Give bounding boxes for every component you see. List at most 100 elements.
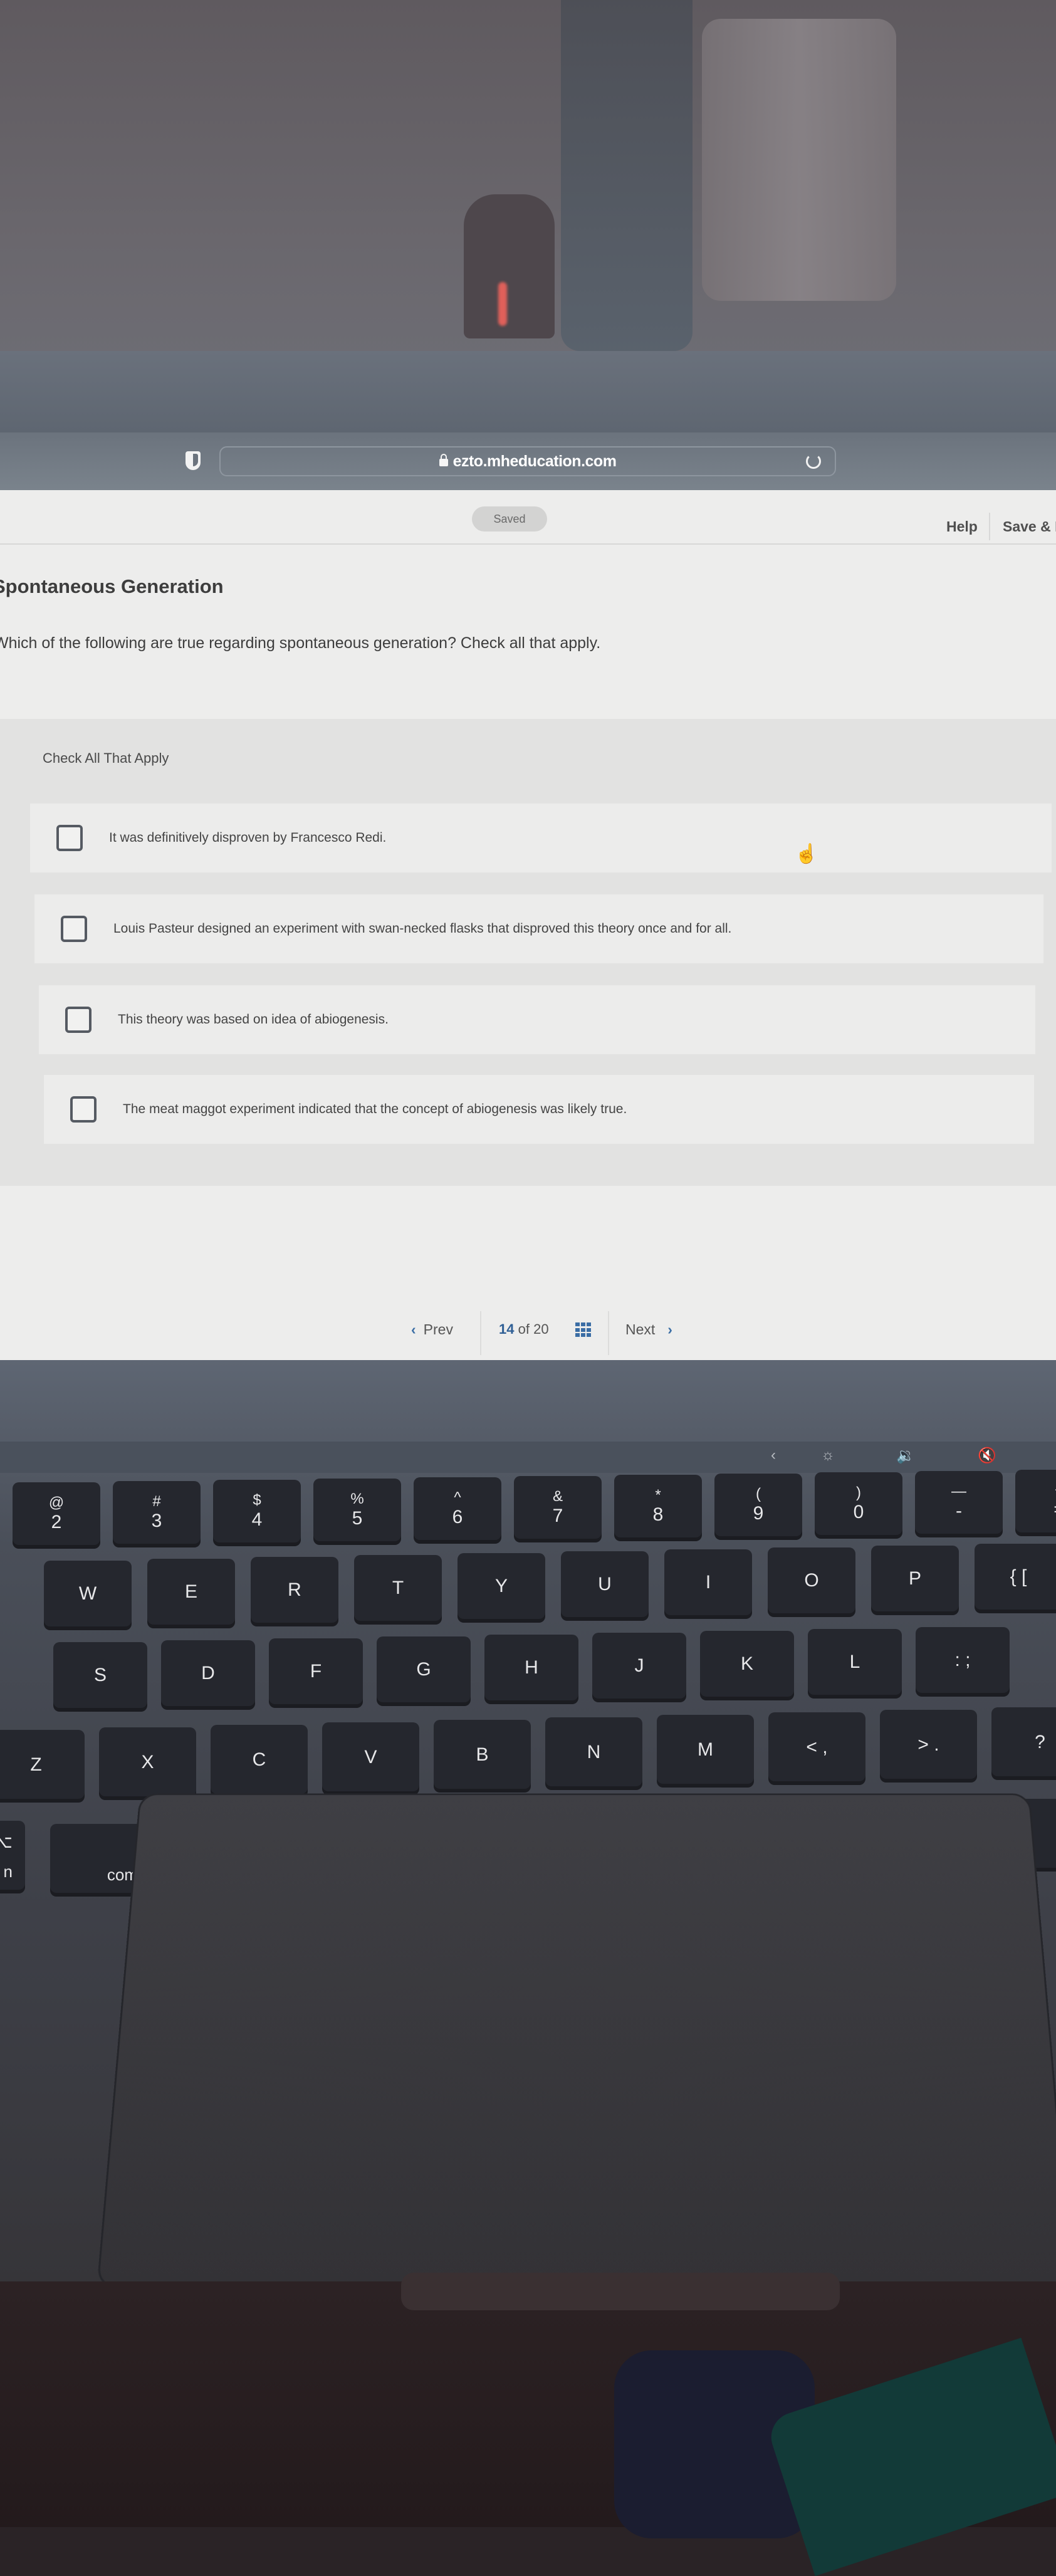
key-label: Y <box>494 1576 508 1596</box>
option-label: This theory was based on idea of abiogen… <box>118 1012 389 1027</box>
volume-icon[interactable]: 🔉 <box>896 1447 915 1465</box>
touch-bar[interactable]: ‹ ☼ 🔉 🔇 <box>0 1442 1056 1473</box>
key-D[interactable]: D <box>161 1640 255 1706</box>
key-V[interactable]: V <box>322 1722 419 1791</box>
key-7[interactable]: & 7 <box>514 1476 602 1539</box>
key-B[interactable]: B <box>434 1720 531 1789</box>
key-main-label: 9 <box>753 1502 764 1524</box>
pagination-divider <box>480 1311 481 1355</box>
key-main-label: = <box>1053 1499 1056 1520</box>
option-label: n <box>3 1862 13 1882</box>
background-post <box>561 0 693 351</box>
key-main-label: 7 <box>552 1505 563 1526</box>
key-G[interactable]: G <box>377 1636 471 1702</box>
key-M[interactable]: M <box>657 1715 754 1784</box>
url-text: ezto.mheducation.com <box>452 452 617 470</box>
key-label: > . <box>917 1734 939 1755</box>
key-shift-label: @ <box>48 1494 65 1512</box>
help-button[interactable]: Help <box>946 518 978 535</box>
key-label: M <box>698 1739 713 1760</box>
key-2[interactable]: @2 <box>13 1482 100 1545</box>
answer-option-2[interactable]: Louis Pasteur designed an experiment wit… <box>34 894 1043 963</box>
key-F[interactable]: F <box>269 1638 363 1704</box>
key-<,[interactable]: < , <box>768 1712 865 1781</box>
key-S[interactable]: S <box>53 1642 147 1708</box>
key-label: X <box>141 1751 154 1772</box>
key-4[interactable]: $4 <box>213 1480 301 1542</box>
key-H[interactable]: H <box>484 1635 578 1700</box>
shield-icon[interactable] <box>186 451 201 470</box>
option-symbol: ⌥ <box>0 1831 13 1851</box>
option-key-left[interactable]: ⌥ n <box>0 1821 25 1890</box>
background-figure <box>464 194 555 338</box>
key--[interactable]: — - <box>915 1471 1003 1534</box>
key-label: F <box>310 1661 322 1682</box>
key-X[interactable]: X <box>99 1727 196 1796</box>
key-5[interactable]: % 5 <box>313 1479 401 1541</box>
key-:;[interactable]: : ; <box>916 1627 1010 1693</box>
prev-button[interactable]: ‹ Prev <box>411 1321 453 1338</box>
checkbox[interactable] <box>65 1007 91 1033</box>
instruction-label: Check All That Apply <box>43 750 169 766</box>
key-9[interactable]: (9 <box>714 1474 802 1536</box>
key-8[interactable]: * 8 <box>614 1475 702 1537</box>
key-?[interactable]: ? <box>991 1707 1056 1776</box>
address-bar[interactable]: ezto.mheducation.com <box>219 446 836 476</box>
pagination-bar: ‹ Prev 14 of 20 Next › <box>0 1299 1056 1360</box>
checkbox[interactable] <box>70 1096 97 1123</box>
checkbox[interactable] <box>56 825 83 851</box>
key-3[interactable]: #3 <box>113 1481 201 1544</box>
key-J[interactable]: J <box>592 1633 686 1699</box>
option-label: It was definitively disproven by Frances… <box>109 830 387 845</box>
key-U[interactable]: U <box>561 1551 649 1617</box>
prev-label: Prev <box>423 1321 453 1338</box>
key-main-label: 3 <box>151 1510 162 1531</box>
key-=[interactable]: += <box>1015 1470 1056 1532</box>
key-P[interactable]: P <box>871 1546 959 1611</box>
key-label: G <box>416 1659 431 1680</box>
answer-option-3[interactable]: This theory was based on idea of abiogen… <box>39 985 1035 1054</box>
key-Y[interactable]: Y <box>457 1553 545 1619</box>
background-cylinder <box>702 19 896 301</box>
mute-icon[interactable]: 🔇 <box>978 1447 996 1465</box>
question-grid-icon[interactable] <box>575 1322 592 1338</box>
save-exit-button[interactable]: Save & E <box>1003 518 1056 535</box>
current-page: 14 <box>499 1321 515 1337</box>
key-R[interactable]: R <box>251 1557 338 1623</box>
touchbar-collapse-icon[interactable]: ‹ <box>771 1447 776 1464</box>
key-C[interactable]: C <box>211 1725 308 1794</box>
key-6[interactable]: ^ 6 <box>414 1477 501 1540</box>
background-room <box>0 0 1056 439</box>
key-main-label: 6 <box>452 1506 463 1527</box>
key-L[interactable]: L <box>808 1629 902 1695</box>
reload-icon[interactable] <box>806 454 821 469</box>
key-main-label: 8 <box>652 1504 664 1525</box>
key-label: J <box>634 1655 644 1676</box>
key-W[interactable]: W <box>44 1561 132 1626</box>
key-Z[interactable]: Z <box>0 1730 85 1799</box>
key-N[interactable]: N <box>545 1717 642 1786</box>
trackpad[interactable] <box>97 1793 1056 2289</box>
page-counter: 14 of 20 <box>499 1321 549 1338</box>
background-light <box>498 282 507 326</box>
answer-option-1[interactable]: It was definitively disproven by Frances… <box>30 804 1052 872</box>
key-0[interactable]: ) 0 <box>815 1472 902 1535</box>
key-label: Z <box>30 1754 42 1775</box>
key-{[[interactable]: { [ <box>975 1544 1056 1610</box>
laptop-front-lip <box>401 2273 840 2310</box>
key-I[interactable]: I <box>664 1549 752 1615</box>
laptop-screen: ezto.mheducation.com Saved Help Save & E… <box>0 432 1056 1360</box>
key-label: E <box>184 1581 197 1602</box>
key-E[interactable]: E <box>147 1559 235 1625</box>
answer-option-4[interactable]: The meat maggot experiment indicated tha… <box>44 1075 1034 1144</box>
key-K[interactable]: K <box>700 1631 794 1697</box>
key-O[interactable]: O <box>768 1547 855 1613</box>
key->.[interactable]: > . <box>880 1710 977 1779</box>
chevron-right-icon: › <box>667 1321 672 1338</box>
brightness-icon[interactable]: ☼ <box>821 1447 835 1464</box>
key-label: K <box>740 1653 753 1674</box>
next-button[interactable]: Next › <box>625 1321 672 1338</box>
key-T[interactable]: T <box>354 1555 442 1621</box>
key-label: L <box>849 1652 860 1672</box>
checkbox[interactable] <box>61 916 87 942</box>
